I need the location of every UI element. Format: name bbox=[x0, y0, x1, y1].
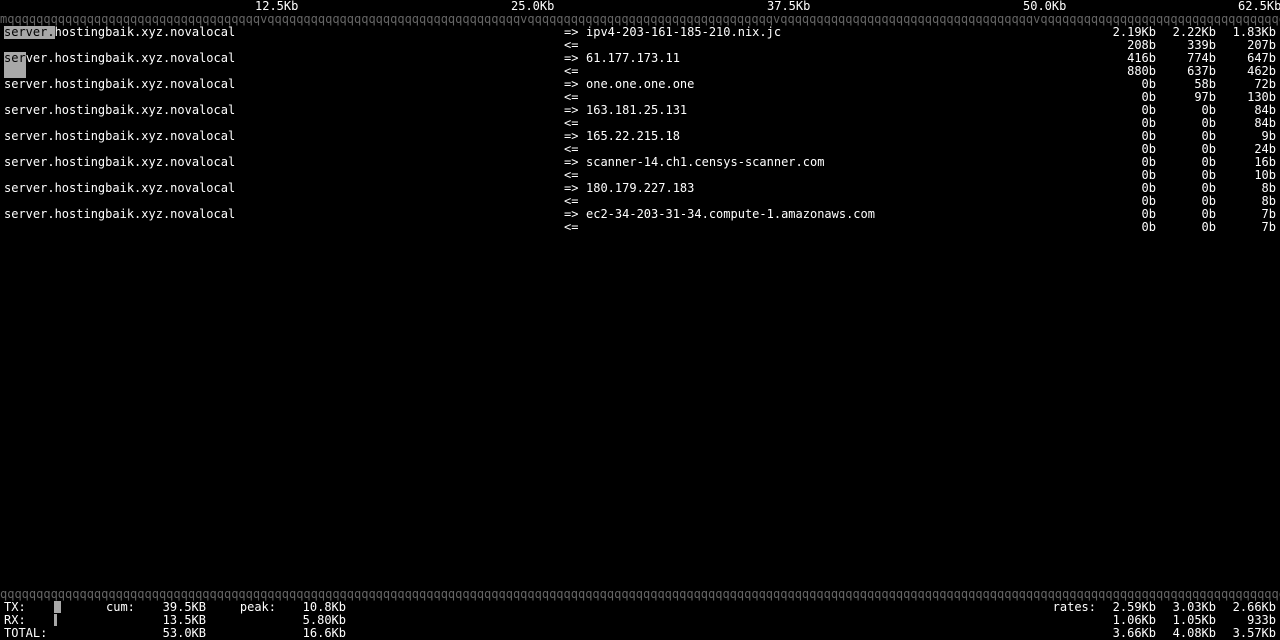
footer: TX: cum: 39.5KB peak: 10.8Kb rates: 2.59… bbox=[0, 601, 1280, 640]
connection-in-row: <=880b637b462b bbox=[0, 65, 1280, 78]
scale-tick-2: 25.0Kb bbox=[511, 0, 554, 13]
source-host-in bbox=[0, 169, 564, 182]
source-host: server.hostingbaik.xyz.novalocal bbox=[0, 26, 564, 39]
dest-host: ec2-34-203-31-34.compute-1.amazonaws.com bbox=[586, 208, 1096, 221]
connection-out-row: server.hostingbaik.xyz.novalocal=>180.17… bbox=[0, 182, 1280, 195]
dest-host: 165.22.215.18 bbox=[586, 130, 1096, 143]
connection-out-row: server.hostingbaik.xyz.novalocal=>61.177… bbox=[0, 52, 1280, 65]
connection-out-row: server.hostingbaik.xyz.novalocal=>ipv4-2… bbox=[0, 26, 1280, 39]
total-rate-10s: 4.08Kb bbox=[1156, 627, 1216, 640]
source-host: server.hostingbaik.xyz.novalocal bbox=[0, 52, 564, 65]
dest-host: ipv4-203-161-185-210.nix.jc bbox=[586, 26, 1096, 39]
iftop-terminal: { "scale": { "t1": "12.5Kb", "t2": "25.0… bbox=[0, 0, 1280, 640]
scale-bar: mqqqqqqqqqqqqqqqqqqqqqqqqqqqqqqqqqqqvqqq… bbox=[0, 13, 1280, 26]
connection-in-row: <=0b97b130b bbox=[0, 91, 1280, 104]
source-host: server.hostingbaik.xyz.novalocal bbox=[0, 78, 564, 91]
connections-list: server.hostingbaik.xyz.novalocal=>ipv4-2… bbox=[0, 26, 1280, 234]
dest-host: scanner-14.ch1.censys-scanner.com bbox=[586, 156, 1096, 169]
rate-2s-in: 0b bbox=[1096, 221, 1156, 234]
connection-in-row: <=0b0b24b bbox=[0, 143, 1280, 156]
total-rate-40s: 3.57Kb bbox=[1216, 627, 1280, 640]
dest-host: 180.179.227.183 bbox=[586, 182, 1096, 195]
footer-total-row: TOTAL: 53.0KB 16.6Kb 3.66Kb 4.08Kb 3.57K… bbox=[0, 627, 1280, 640]
rates-label: rates: bbox=[1036, 601, 1096, 614]
total-rate-2s: 3.66Kb bbox=[1096, 627, 1156, 640]
dest-host: 61.177.173.11 bbox=[586, 52, 1096, 65]
source-host: server.hostingbaik.xyz.novalocal bbox=[0, 156, 564, 169]
rate-40s-in: 7b bbox=[1216, 221, 1280, 234]
source-host-in bbox=[0, 117, 564, 130]
dest-host: 163.181.25.131 bbox=[586, 104, 1096, 117]
peak-label: peak: bbox=[206, 601, 276, 614]
dest-host: one.one.one.one bbox=[586, 78, 1096, 91]
connection-out-row: server.hostingbaik.xyz.novalocal=>one.on… bbox=[0, 78, 1280, 91]
tx-traffic-bar bbox=[54, 601, 61, 613]
connection-in-row: <=208b339b207b bbox=[0, 39, 1280, 52]
source-host: server.hostingbaik.xyz.novalocal bbox=[0, 182, 564, 195]
source-host: server.hostingbaik.xyz.novalocal bbox=[0, 104, 564, 117]
source-host: server.hostingbaik.xyz.novalocal bbox=[0, 208, 564, 221]
scale-tick-3: 37.5Kb bbox=[767, 0, 810, 13]
connection-in-row: <=0b0b7b bbox=[0, 221, 1280, 234]
scale-tick-5: 62.5Kb bbox=[1238, 0, 1280, 13]
source-host-in bbox=[0, 143, 564, 156]
total-peak: 16.6Kb bbox=[276, 627, 346, 640]
connection-out-row: server.hostingbaik.xyz.novalocal=>163.18… bbox=[0, 104, 1280, 117]
source-host-in bbox=[0, 195, 564, 208]
arrow-in-icon: <= bbox=[564, 221, 586, 234]
source-host-in bbox=[0, 65, 564, 78]
total-label: TOTAL: bbox=[0, 627, 54, 640]
source-host-in bbox=[0, 39, 564, 52]
scale-tick-4: 50.0Kb bbox=[1023, 0, 1066, 13]
source-host-in bbox=[0, 221, 564, 234]
connection-out-row: server.hostingbaik.xyz.novalocal=>ec2-34… bbox=[0, 208, 1280, 221]
rate-10s-in: 0b bbox=[1156, 221, 1216, 234]
scale-ruler: 12.5Kb 25.0Kb 37.5Kb 50.0Kb 62.5Kb bbox=[0, 0, 1280, 13]
connection-out-row: server.hostingbaik.xyz.novalocal=>scanne… bbox=[0, 156, 1280, 169]
connection-in-row: <=0b0b10b bbox=[0, 169, 1280, 182]
source-host: server.hostingbaik.xyz.novalocal bbox=[0, 130, 564, 143]
total-cum: 53.0KB bbox=[146, 627, 206, 640]
connection-in-row: <=0b0b84b bbox=[0, 117, 1280, 130]
scale-tick-1: 12.5Kb bbox=[255, 0, 298, 13]
connection-out-row: server.hostingbaik.xyz.novalocal=>165.22… bbox=[0, 130, 1280, 143]
connection-in-row: <=0b0b8b bbox=[0, 195, 1280, 208]
source-host-in bbox=[0, 91, 564, 104]
